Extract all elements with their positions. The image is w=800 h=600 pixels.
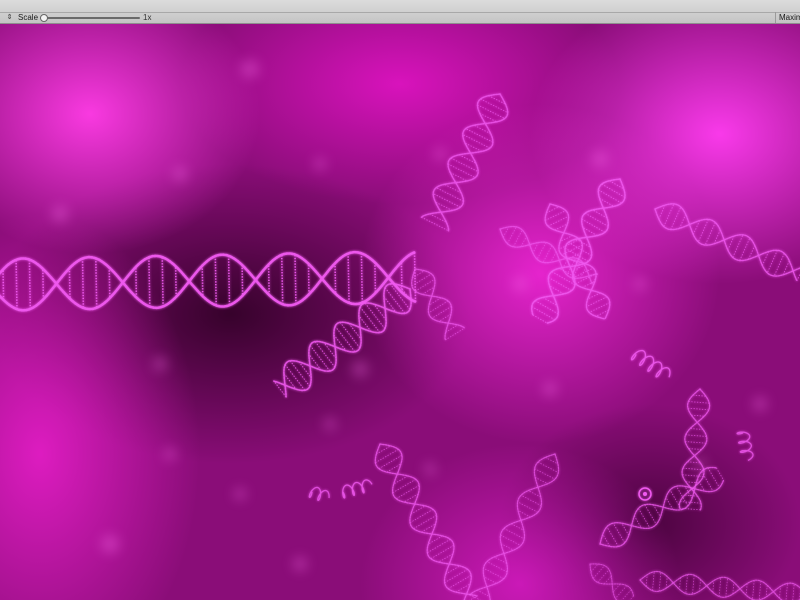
dna-scene bbox=[0, 60, 800, 600]
protein-coil-3 bbox=[342, 479, 373, 499]
protein-coil-4 bbox=[308, 486, 330, 502]
protein-coil-2 bbox=[736, 431, 754, 461]
dna-helix-lower-right-h bbox=[599, 466, 725, 548]
game-view-window: ⇕ Scale 1x Maxim bbox=[0, 0, 800, 600]
scale-slider-track bbox=[40, 17, 140, 19]
bokeh-particles bbox=[52, 60, 767, 571]
dna-helix-main bbox=[0, 250, 417, 312]
scale-slider[interactable] bbox=[40, 14, 140, 22]
dna-helix-bottom bbox=[639, 570, 800, 600]
game-view-toolbar: ⇕ Scale 1x Maxim bbox=[0, 0, 800, 24]
dna-helix-bottom-left bbox=[589, 563, 635, 600]
dna-helix-lower-mid bbox=[469, 453, 560, 600]
scale-value: 1x bbox=[143, 13, 152, 22]
scale-label: Scale bbox=[18, 13, 39, 22]
dna-helix-upper bbox=[420, 93, 509, 232]
dna-helix-center-tail bbox=[411, 268, 466, 341]
dna-helix-cross-a bbox=[530, 178, 626, 324]
dna-helices bbox=[0, 93, 800, 600]
maximize-on-play-button[interactable]: Maxim bbox=[775, 12, 800, 23]
protein-ring-core bbox=[643, 492, 647, 496]
dna-helix-lower-right-v bbox=[678, 388, 711, 511]
aspect-dropdown-icon[interactable]: ⇕ bbox=[5, 13, 14, 22]
scale-slider-thumb[interactable] bbox=[40, 14, 48, 22]
game-viewport[interactable] bbox=[0, 24, 800, 600]
toolbar-divider bbox=[0, 12, 800, 13]
dna-helix-right bbox=[654, 203, 800, 282]
protein-coil-1 bbox=[630, 349, 671, 378]
